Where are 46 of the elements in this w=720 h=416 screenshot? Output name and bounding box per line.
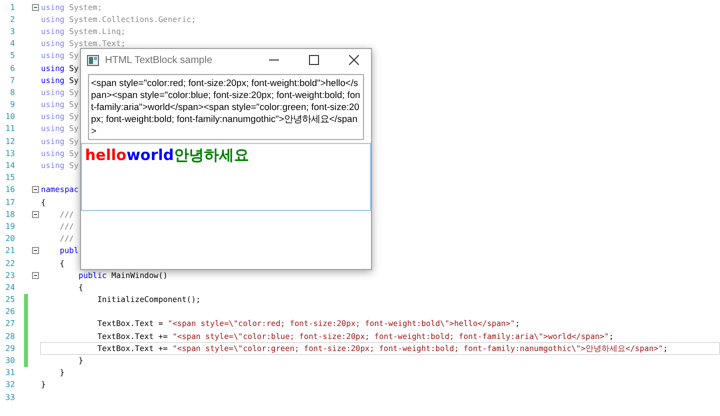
line-number: 13: [4, 148, 15, 158]
line-number: 10: [4, 112, 15, 122]
line-number: 8: [9, 88, 15, 97]
line-number: 24: [4, 282, 15, 292]
line-number: 2: [9, 14, 15, 24]
html-source-field[interactable]: <span style="color:red; font-size:20px; font-weight:bold">hello</span><span style="color:blue; font-size:20px; font-weight:bold; font-family:aria">world</span><span style="color:green; font-size:20px; font-weight:bold; font-family:nanumgothic">안녕하세요</span>: [88, 74, 364, 140]
line-number: 4: [9, 39, 15, 48]
maximize-icon: [309, 55, 319, 65]
line-number: 21: [4, 246, 15, 256]
window-icon: [87, 54, 99, 66]
line-number: 30: [4, 356, 15, 366]
collapse-icon[interactable]: [32, 272, 38, 279]
collapse-icon[interactable]: [32, 186, 38, 194]
line-number: 25: [4, 295, 15, 304]
line-number: 1: [9, 2, 15, 12]
rendered-text: hello: [85, 146, 126, 164]
line-number: 33: [4, 392, 15, 402]
line-number: 19: [4, 222, 15, 231]
line-number: 3: [9, 26, 15, 36]
line-number: 20: [4, 234, 15, 244]
collapse-icon[interactable]: [32, 210, 38, 218]
collapse-icon[interactable]: [32, 247, 38, 254]
line-number: 5: [9, 51, 15, 60]
line-number: 12: [4, 136, 15, 146]
line-number: 26: [4, 307, 15, 316]
line-number: 28: [4, 332, 15, 341]
line-number: 31: [4, 368, 15, 378]
line-number: 17: [4, 198, 15, 207]
close-icon: [349, 55, 359, 65]
line-number: 6: [9, 64, 15, 73]
collapse-icon[interactable]: [32, 4, 38, 11]
line-number: 23: [4, 270, 15, 280]
line-number: 29: [4, 344, 15, 353]
line-number: 22: [4, 258, 15, 268]
window-title: HTML TextBlock sample: [105, 54, 214, 66]
line-number: 14: [4, 161, 15, 170]
line-number: 11: [4, 124, 15, 134]
line-number: 9: [9, 100, 15, 110]
line-number: 27: [4, 319, 15, 328]
rendered-text: 안녕하세요: [174, 146, 249, 165]
rendered-text: world: [126, 146, 174, 164]
line-number: 15: [4, 173, 15, 182]
line-number: 7: [9, 76, 15, 85]
line-number: 18: [4, 210, 15, 219]
line-number: 16: [4, 185, 15, 194]
line-number: 32: [4, 380, 15, 390]
